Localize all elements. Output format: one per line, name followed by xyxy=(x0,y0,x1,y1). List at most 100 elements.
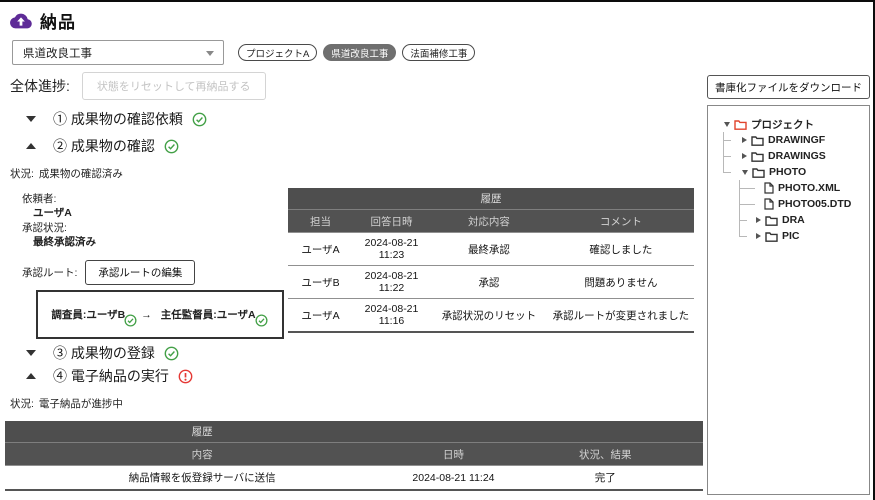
status-label: 状況: xyxy=(10,167,34,181)
success-check-icon xyxy=(164,139,179,154)
delivery-history-table: 履歴 内容 日時 状況、結果 納品情報を仮登録サーバに送信 2024-08-21… xyxy=(5,421,703,491)
overall-progress-row: 全体進捗: 状態をリセットして再納品する xyxy=(10,72,266,100)
tree-item-drawings[interactable]: DRAWINGS xyxy=(716,148,869,164)
approval-status-field: 承認状況: 最終承認済み xyxy=(22,221,96,249)
table-caption-filler xyxy=(508,421,703,443)
chevron-down-icon xyxy=(26,350,36,356)
reset-redeliver-button[interactable]: 状態をリセットして再納品する xyxy=(82,72,266,100)
tree-connector-line xyxy=(739,236,747,237)
route-arrow: → xyxy=(141,309,152,321)
cell: 2024-08-21 11:16 xyxy=(353,299,430,333)
cell: 承認 xyxy=(430,266,548,299)
page-header: 納品 xyxy=(10,8,76,33)
cell: 確認しました xyxy=(548,233,694,266)
approval-route-row: 承認ルート: 承認ルートの編集 xyxy=(22,260,195,285)
column-header: 担当 xyxy=(288,210,353,233)
pill-project-a[interactable]: プロジェクトA xyxy=(238,44,317,61)
tree-connector-line xyxy=(739,220,747,221)
tree-item-label: プロジェクト xyxy=(751,117,814,132)
page-title: 納品 xyxy=(40,8,76,33)
tree-item-label: DRAWINGS xyxy=(768,150,826,162)
table-caption-filler xyxy=(399,421,507,443)
chevron-right-icon xyxy=(756,233,761,239)
confirm-status-line: 状況: 成果物の確認済み xyxy=(10,167,123,181)
tree-item-label: PIC xyxy=(782,230,800,242)
status-value: 電子納品が進捗中 xyxy=(39,397,123,411)
column-header: コメント xyxy=(548,210,694,233)
column-header: 日時 xyxy=(399,443,507,466)
status-value: 成果物の確認済み xyxy=(39,167,123,181)
chevron-down-icon xyxy=(742,170,748,175)
cell: ユーザA xyxy=(288,299,353,333)
cell: 問題ありません xyxy=(548,266,694,299)
cell: 納品情報を仮登録サーバに送信 xyxy=(5,466,399,491)
approval-route-label: 承認ルート: xyxy=(22,265,77,280)
chevron-right-icon xyxy=(742,137,747,143)
folder-icon xyxy=(751,151,764,162)
chevron-down-icon xyxy=(206,51,214,56)
step-3-title: ③ 成果物の登録 xyxy=(53,343,155,363)
project-select[interactable]: 県道改良工事 xyxy=(12,40,224,65)
requester-field: 依頼者: ユーザA xyxy=(22,192,72,220)
step-3-header[interactable]: ③ 成果物の登録 xyxy=(26,343,179,363)
edit-approval-route-button[interactable]: 承認ルートの編集 xyxy=(85,260,195,285)
pill-kendo-kairyo[interactable]: 県道改良工事 xyxy=(323,44,396,61)
chevron-up-icon xyxy=(26,373,36,379)
cell: 承認ルートが変更されました xyxy=(548,299,694,333)
table-caption: 履歴 xyxy=(5,421,399,443)
folder-icon xyxy=(751,135,764,146)
folder-icon xyxy=(765,215,778,226)
cell: 2024-08-21 11:23 xyxy=(353,233,430,266)
cell: 完了 xyxy=(508,466,703,491)
tree-item-photo[interactable]: PHOTO xyxy=(716,164,869,180)
cell: ユーザA xyxy=(288,233,353,266)
success-check-icon xyxy=(255,314,268,327)
success-check-icon xyxy=(124,314,137,327)
cell: 2024-08-21 11:22 xyxy=(353,266,430,299)
pill-norimen-hoshu[interactable]: 法面補修工事 xyxy=(402,44,475,61)
table-caption-row: 履歴 xyxy=(5,421,703,443)
approval-status-value: 最終承認済み xyxy=(22,235,96,249)
alert-exclamation-icon xyxy=(178,369,193,384)
table-row: ユーザB 2024-08-21 11:22 承認 問題ありません xyxy=(288,266,694,299)
table-row: 納品情報を仮登録サーバに送信 2024-08-21 11:24 完了 xyxy=(5,466,703,491)
column-header: 状況、結果 xyxy=(508,443,703,466)
table-header-row: 担当 回答日時 対応内容 コメント xyxy=(288,210,694,233)
file-icon xyxy=(764,198,774,210)
table-row: ユーザA 2024-08-21 11:16 承認状況のリセット 承認ルートが変更… xyxy=(288,299,694,333)
tree-connector-line xyxy=(723,156,731,157)
cell: 2024-08-21 11:24 xyxy=(399,466,507,491)
tree-connector-line xyxy=(739,204,755,205)
step-2-header[interactable]: ② 成果物の確認 xyxy=(26,136,179,156)
file-tree-panel: プロジェクト DRAWINGF DRAWINGS PHOTO xyxy=(707,105,870,495)
delivery-status-line: 状況: 電子納品が進捗中 xyxy=(10,397,123,411)
tree-connector-line xyxy=(723,132,724,172)
approval-route-box: 調査員:ユーザB → 主任監督員:ユーザA xyxy=(36,290,284,339)
download-archive-button[interactable]: 書庫化ファイルをダウンロード xyxy=(707,75,870,99)
approval-status-label: 承認状況: xyxy=(22,221,96,235)
tree-connector-line xyxy=(723,140,731,141)
tree-item-drawingf[interactable]: DRAWINGF xyxy=(716,132,869,148)
chevron-down-icon xyxy=(26,116,36,122)
tree-item-project-root[interactable]: プロジェクト xyxy=(716,116,869,132)
approval-history-table: 履歴 担当 回答日時 対応内容 コメント ユーザA 2024-08-21 11:… xyxy=(288,188,694,333)
step-4-header[interactable]: ④ 電子納品の実行 xyxy=(26,366,193,386)
step-2-title: ② 成果物の確認 xyxy=(53,136,155,156)
step-1-header[interactable]: ① 成果物の確認依頼 xyxy=(26,109,207,129)
project-select-value: 県道改良工事 xyxy=(23,45,92,61)
tree-item-label: PHOTO05.DTD xyxy=(778,198,851,210)
status-label: 状況: xyxy=(10,397,34,411)
table-row: ユーザA 2024-08-21 11:23 最終承認 確認しました xyxy=(288,233,694,266)
cloud-upload-icon xyxy=(10,11,32,31)
column-header: 回答日時 xyxy=(353,210,430,233)
column-header: 対応内容 xyxy=(430,210,548,233)
chevron-up-icon xyxy=(26,143,36,149)
folder-icon xyxy=(765,231,778,242)
column-header: 内容 xyxy=(5,443,399,466)
chevron-right-icon xyxy=(756,217,761,223)
cell: ユーザB xyxy=(288,266,353,299)
tree-item-label: DRA xyxy=(782,214,805,226)
file-icon xyxy=(764,182,774,194)
cell: 承認状況のリセット xyxy=(430,299,548,333)
app-root: 納品 県道改良工事 プロジェクトA 県道改良工事 法面補修工事 全体進捗: 状態… xyxy=(0,0,875,500)
